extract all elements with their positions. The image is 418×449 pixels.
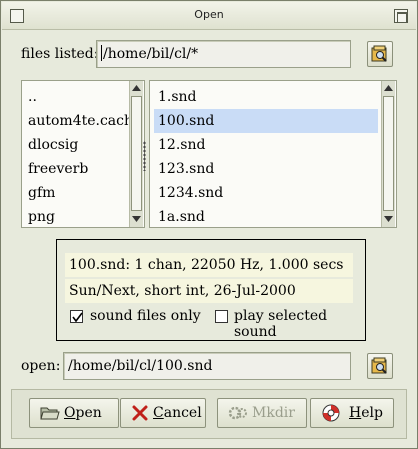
files-listed-value: /home/bil/cl/*: [103, 46, 199, 62]
open-dialog: Open files listed: /home/bil/cl/* .. aut…: [0, 0, 418, 449]
arrow-up-icon: [132, 85, 141, 91]
window-title: Open: [194, 8, 224, 21]
file-item[interactable]: 123.snd: [154, 157, 378, 181]
scroll-down-arrow[interactable]: [130, 212, 143, 225]
directory-list[interactable]: .. autom4te.cache dlocsig freeverb gfm p…: [21, 80, 145, 228]
directory-scrollbar[interactable]: [129, 81, 143, 227]
sound-info-line-2: Sun/Next, short int, 26-Jul-2000: [65, 279, 353, 303]
open-path-browse-button[interactable]: [367, 353, 393, 379]
cancel-button[interactable]: Cancel: [120, 398, 206, 428]
sound-files-only-checkbox[interactable]: [70, 310, 83, 323]
directory-item[interactable]: dlocsig: [24, 133, 142, 157]
files-listed-input[interactable]: /home/bil/cl/*: [96, 40, 351, 68]
help-button-label: Help: [349, 405, 383, 421]
files-listed-browse-button[interactable]: [367, 41, 393, 67]
file-scrollbar[interactable]: [381, 81, 395, 227]
directory-item[interactable]: autom4te.cache: [24, 109, 142, 133]
play-selected-sound-checkbox[interactable]: [215, 310, 228, 323]
browse-icon: [371, 357, 387, 374]
cancel-button-label: Cancel: [153, 405, 202, 421]
scroll-up-arrow[interactable]: [130, 82, 143, 95]
arrow-down-icon: [384, 216, 393, 222]
text-cursor: [101, 45, 102, 61]
file-item-selected[interactable]: 100.snd: [154, 109, 378, 133]
directory-item[interactable]: gfm: [24, 181, 142, 205]
scroll-thumb[interactable]: [131, 96, 142, 211]
directory-item[interactable]: png: [24, 205, 124, 229]
help-button[interactable]: Help: [310, 398, 394, 428]
open-button-label: Open: [64, 405, 102, 421]
directory-item[interactable]: ..: [24, 85, 142, 109]
file-list[interactable]: 1.snd 100.snd 12.snd 123.snd 1234.snd 1a…: [149, 80, 397, 228]
pane-resize-grip[interactable]: [143, 141, 146, 171]
open-path-input[interactable]: /home/bil/cl/100.snd: [63, 352, 351, 380]
arrow-up-icon: [384, 85, 393, 91]
file-item[interactable]: 1234.snd: [154, 181, 378, 205]
sound-files-only-label[interactable]: sound files only: [90, 308, 201, 324]
play-selected-sound-label[interactable]: play selected sound: [234, 308, 365, 340]
scroll-up-arrow[interactable]: [382, 82, 395, 95]
lifebuoy-icon: [322, 404, 340, 422]
files-listed-label: files listed:: [21, 46, 99, 62]
gear-icon: [228, 406, 247, 420]
directory-item[interactable]: freeverb: [24, 157, 142, 181]
mkdir-button[interactable]: Mkdir: [217, 398, 307, 428]
sound-info-line-1: 100.snd: 1 chan, 22050 Hz, 1.000 secs: [65, 253, 353, 277]
file-item[interactable]: 12.snd: [154, 133, 378, 157]
file-item[interactable]: 1.snd: [154, 85, 378, 109]
title-bar[interactable]: Open: [2, 2, 416, 30]
scroll-thumb[interactable]: [383, 96, 394, 211]
arrow-down-icon: [132, 216, 141, 222]
button-bar: Open Cancel Mkdir Help: [11, 389, 407, 439]
open-label: open:: [21, 358, 61, 374]
browse-icon: [371, 45, 387, 62]
scroll-down-arrow[interactable]: [382, 212, 395, 225]
maximize-button[interactable]: [394, 9, 408, 23]
file-item[interactable]: 1a.snd: [154, 205, 378, 229]
mkdir-button-label: Mkdir: [252, 405, 295, 421]
cancel-x-icon: [132, 405, 148, 421]
check-icon: [72, 312, 83, 323]
folder-open-icon: [40, 407, 60, 420]
sound-info-panel: 100.snd: 1 chan, 22050 Hz, 1.000 secs Su…: [56, 239, 366, 341]
open-button[interactable]: Open: [29, 398, 119, 428]
